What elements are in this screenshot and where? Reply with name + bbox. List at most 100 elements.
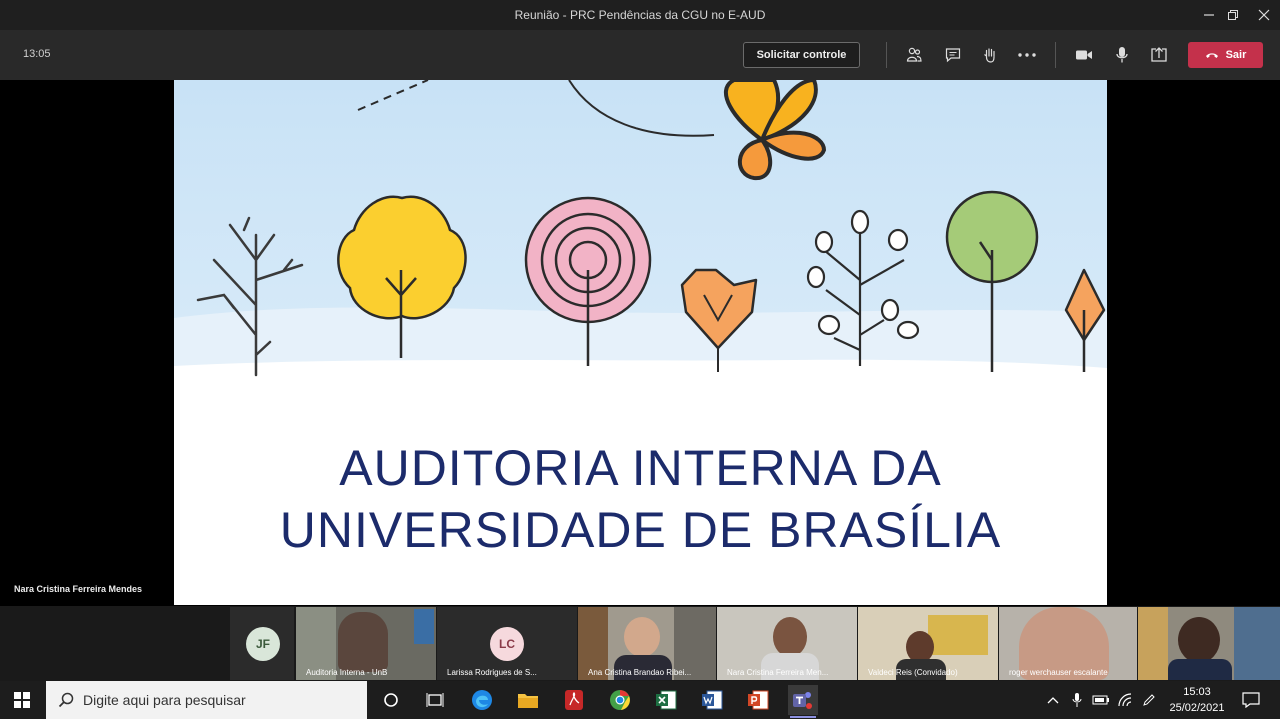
folder-icon: [518, 694, 538, 708]
hang-up-icon: [1205, 53, 1218, 58]
participant-name: Larissa Rodrigues de S...: [447, 668, 537, 677]
participants-strip: JF Auditoria Interna - UnB LC Larissa Ro…: [0, 606, 1280, 681]
powerpoint-app[interactable]: [743, 685, 773, 715]
close-icon: [1258, 9, 1270, 21]
windows-logo-icon: [14, 692, 30, 708]
cortana-icon: [384, 693, 398, 707]
leave-button[interactable]: Sair: [1188, 42, 1263, 68]
participants-button[interactable]: [901, 43, 927, 67]
tray-battery[interactable]: [1090, 685, 1112, 715]
tray-overflow-button[interactable]: [1043, 685, 1063, 715]
toolbar-divider: [1055, 42, 1056, 68]
participant-name: Auditoria Interna - UnB: [306, 668, 388, 677]
participant-tile[interactable]: roger werchauser escalante: [999, 607, 1137, 680]
taskbar-clock[interactable]: 15:03 25/02/2021: [1168, 684, 1226, 716]
share-screen-button[interactable]: [1146, 43, 1172, 67]
video-feed: [928, 615, 988, 655]
window-title: Reunião - PRC Pendências da CGU no E-AUD: [514, 8, 766, 22]
edge-icon: [472, 690, 492, 710]
camera-button[interactable]: [1071, 43, 1097, 67]
clock-date: 25/02/2021: [1169, 702, 1225, 714]
video-feed: [1234, 607, 1280, 680]
edge-app[interactable]: [467, 685, 497, 715]
microphone-button[interactable]: [1109, 43, 1135, 67]
participant-tile[interactable]: [1138, 607, 1280, 680]
acrobat-icon: [565, 690, 583, 710]
clock-time: 15:03: [1183, 686, 1211, 698]
participant-tile[interactable]: Auditoria Interna - UnB: [296, 607, 436, 680]
active-app-indicator: [790, 716, 816, 718]
tray-pen[interactable]: [1138, 685, 1160, 715]
notifications-button[interactable]: [1236, 685, 1266, 715]
restore-icon: [1228, 10, 1238, 20]
participant-tile[interactable]: JF: [230, 607, 294, 680]
close-button[interactable]: [1241, 0, 1280, 30]
participant-tile[interactable]: Ana Cristina Brandao Ribei...: [578, 607, 716, 680]
video-feed: [1178, 617, 1220, 663]
search-icon: [58, 692, 74, 708]
camera-icon: [1076, 50, 1092, 60]
meeting-duration: 13:05: [23, 48, 51, 60]
participant-name: Nara Cristina Ferreira Men...: [727, 668, 829, 677]
tray-microphone[interactable]: [1066, 685, 1088, 715]
task-view-button[interactable]: [420, 685, 450, 715]
participant-tile[interactable]: Valdeci Reis (Convidado): [858, 607, 998, 680]
toolbar-divider: [886, 42, 887, 68]
reactions-button[interactable]: [977, 43, 1003, 67]
microphone-icon: [1116, 47, 1128, 63]
chat-button[interactable]: [940, 43, 966, 67]
excel-icon: [656, 690, 677, 710]
participant-tile[interactable]: Nara Cristina Ferreira Men...: [717, 607, 857, 680]
request-control-button[interactable]: Solicitar controle: [743, 42, 860, 68]
chrome-icon: [610, 690, 630, 710]
battery-icon: [1092, 695, 1109, 705]
share-screen-icon: [1151, 47, 1167, 62]
shared-slide: AUDITORIA INTERNA DA UNIVERSIDADE DE BRA…: [174, 80, 1107, 605]
title-bar: Reunião - PRC Pendências da CGU no E-AUD: [0, 0, 1280, 30]
slide-title-line-1: AUDITORIA INTERNA DA: [339, 440, 942, 496]
word-app[interactable]: [697, 685, 727, 715]
word-icon: [702, 690, 723, 710]
participant-tile[interactable]: LC Larissa Rodrigues de S...: [437, 607, 577, 680]
teams-app[interactable]: [788, 685, 818, 715]
task-view-icon: [426, 693, 444, 707]
cortana-button[interactable]: [376, 685, 406, 715]
more-actions-button[interactable]: [1014, 43, 1040, 67]
excel-app[interactable]: [651, 685, 681, 715]
video-feed: [1168, 659, 1232, 680]
video-feed: [338, 612, 388, 672]
notification-icon: [1242, 692, 1260, 708]
video-feed: [1138, 607, 1168, 680]
microphone-icon: [1072, 693, 1082, 707]
video-feed: [414, 609, 434, 644]
presenter-name: Nara Cristina Ferreira Mendes: [14, 584, 143, 594]
raise-hand-icon: [984, 48, 995, 63]
people-icon: [906, 47, 922, 62]
video-feed: [773, 617, 807, 657]
avatar: JF: [246, 627, 280, 661]
participant-name: Valdeci Reis (Convidado): [868, 668, 958, 677]
more-icon: [1018, 53, 1036, 57]
wifi-icon: [1118, 693, 1132, 707]
search-placeholder: Digite aqui para pesquisar: [83, 692, 246, 708]
chevron-up-icon: [1047, 697, 1059, 704]
slide-title-line-2: UNIVERSIDADE DE BRASÍLIA: [279, 502, 1002, 558]
teams-icon: [793, 692, 812, 709]
chrome-app[interactable]: [605, 685, 635, 715]
leave-label: Sair: [1225, 49, 1247, 61]
teams-meeting-window: Reunião - PRC Pendências da CGU no E-AUD…: [0, 0, 1280, 719]
powerpoint-icon: [748, 690, 769, 710]
start-button[interactable]: [7, 685, 37, 715]
taskbar-search[interactable]: Digite aqui para pesquisar: [46, 681, 367, 719]
chat-icon: [945, 48, 961, 63]
avatar: LC: [490, 627, 524, 661]
tray-network[interactable]: [1114, 685, 1136, 715]
windows-taskbar: Digite aqui para pesquisar 15:03 25/02/2…: [0, 681, 1280, 719]
participant-name: roger werchauser escalante: [1009, 668, 1108, 677]
video-feed: [624, 617, 660, 657]
participant-name: Ana Cristina Brandao Ribei...: [588, 668, 692, 677]
meeting-toolbar: 13:05 Solicitar controle Sair: [0, 30, 1280, 80]
pen-icon: [1143, 694, 1155, 706]
file-explorer-app[interactable]: [513, 685, 543, 715]
acrobat-app[interactable]: [559, 685, 589, 715]
